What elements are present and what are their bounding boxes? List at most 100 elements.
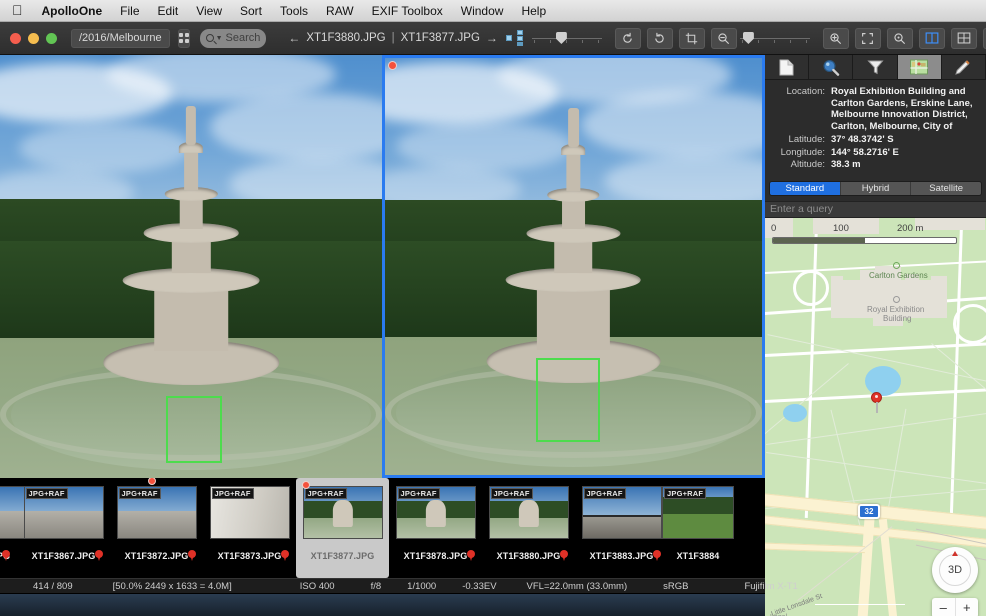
menu-item-tools[interactable]: Tools	[271, 0, 317, 22]
close-icon[interactable]	[10, 33, 21, 44]
list-item[interactable]: JPG+RAF XT1F3880.JPG	[482, 478, 575, 578]
zoom-level-slider[interactable]	[740, 30, 810, 46]
map-mode-segmented-control: Standard Hybrid Satellite	[769, 181, 982, 196]
rotate-right-button[interactable]	[647, 28, 673, 49]
list-item[interactable]: JPG+RAF XT1F3884	[668, 478, 728, 578]
lake-shape	[865, 366, 901, 396]
flag-badge-icon	[302, 481, 310, 489]
info-tab[interactable]	[765, 55, 809, 79]
edit-tab[interactable]	[942, 55, 986, 79]
inspector-panel: Location: Royal Exhibition Building and …	[765, 55, 986, 616]
fit-to-window-button[interactable]	[855, 28, 881, 49]
menu-item-view[interactable]: View	[187, 0, 231, 22]
filter-tab[interactable]	[853, 55, 897, 79]
geotag-pin-icon	[281, 550, 289, 558]
status-focal-length: VFL=22.0mm (33.0mm)	[527, 581, 628, 592]
geotag-pin-icon	[653, 550, 661, 558]
thumbnail-image[interactable]: JPG+RAF	[582, 486, 662, 539]
list-item[interactable]: JPG+RAF XT1F3883.JPG	[575, 478, 668, 578]
thumbnail-image[interactable]: JPG+RAF	[662, 486, 734, 539]
map-mode-hybrid[interactable]: Hybrid	[841, 182, 912, 195]
viewer-pane-left[interactable]	[0, 55, 382, 478]
menu-item-edit[interactable]: Edit	[149, 0, 188, 22]
filmstrip[interactable]: JPG+RAF 3866.JPG JPG+RAF XT1F3867.JPG JP…	[0, 478, 765, 578]
map-view[interactable]: Carlton Gardens Royal Exhibition Buildin…	[765, 218, 986, 616]
nav-prev-icon[interactable]: ←	[288, 31, 300, 45]
filmstrip-overflow-row	[0, 594, 765, 616]
thumbnail-filename: XT1F3884	[677, 551, 720, 561]
zoom-out-button[interactable]	[711, 28, 737, 49]
nav-right-filename[interactable]: XT1F3877.JPG	[401, 32, 480, 44]
list-item[interactable]: JPG+RAF XT1F3867.JPG	[17, 478, 110, 578]
menu-item-help[interactable]: Help	[512, 0, 555, 22]
menu-item-apolloone[interactable]: ApolloOne	[33, 0, 112, 22]
scale-tick-0: 0	[771, 223, 776, 234]
nav-left-filename[interactable]: XT1F3880.JPG	[306, 32, 385, 44]
status-colorspace: sRGB	[663, 581, 688, 592]
tree-view-icon[interactable]	[506, 30, 526, 46]
compare-view-button[interactable]	[919, 28, 945, 49]
nav-next-icon[interactable]: →	[486, 31, 498, 45]
thumbnail-image[interactable]: JPG+RAF	[24, 486, 104, 539]
chevron-down-icon: ▼	[216, 35, 223, 42]
format-badge: JPG+RAF	[398, 488, 440, 499]
royal-exhibition-poi	[893, 296, 900, 303]
rotate-left-button[interactable]	[615, 28, 641, 49]
map-mode-satellite[interactable]: Satellite	[911, 182, 981, 195]
menu-item-sort[interactable]: Sort	[231, 0, 271, 22]
royal-exhibition-label-1: Royal Exhibition	[867, 305, 924, 314]
maximize-icon[interactable]	[46, 33, 57, 44]
format-badge: JPG+RAF	[26, 488, 68, 499]
viewer-pane-right[interactable]	[382, 55, 765, 478]
map-tab[interactable]	[898, 55, 942, 79]
menu-item-exif-toolbox[interactable]: EXIF Toolbox	[363, 0, 452, 22]
highway-shield-icon: 32	[858, 504, 880, 519]
menu-item-raw[interactable]: RAW	[317, 0, 363, 22]
photo-location-pin[interactable]	[871, 392, 882, 403]
menu-item-window[interactable]: Window	[452, 0, 513, 22]
menu-item-file[interactable]: File	[111, 0, 148, 22]
folder-path-button[interactable]: /2016/Melbourne	[71, 29, 170, 48]
thumbnail-image[interactable]: JPG+RAF	[489, 486, 569, 539]
minimize-icon[interactable]	[28, 33, 39, 44]
thumbnail-image[interactable]: JPG+RAF	[210, 486, 290, 539]
search-input[interactable]: ▼ Search	[200, 29, 267, 48]
inspector-tabs	[765, 55, 986, 80]
zoom-in-button[interactable]	[823, 28, 849, 49]
apolloone-window:  ApolloOne File Edit View Sort Tools RA…	[0, 0, 986, 616]
thumbnail-size-slider[interactable]	[532, 30, 602, 46]
preview-tab[interactable]	[809, 55, 853, 79]
status-camera: Fujifilm X-T1	[744, 581, 797, 592]
thumbnail-image[interactable]: JPG+RAF	[117, 486, 197, 539]
status-shutter: 1/1000	[407, 581, 436, 592]
list-item[interactable]: JPG+RAF XT1F3878.JPG	[389, 478, 482, 578]
format-badge: JPG+RAF	[119, 488, 161, 499]
map-zoom-out-button[interactable]: –	[932, 598, 956, 616]
photo-right	[385, 58, 762, 475]
scale-bar	[772, 237, 957, 244]
map-query-input[interactable]: Enter a query	[765, 201, 986, 218]
thumbnail-image[interactable]: JPG+RAF	[303, 486, 383, 539]
format-badge: JPG+RAF	[491, 488, 533, 499]
thumbnail-image[interactable]: JPG+RAF	[396, 486, 476, 539]
format-badge: JPG+RAF	[664, 488, 706, 499]
map-zoom-in-button[interactable]: +	[956, 598, 979, 616]
grid-view-icon[interactable]	[178, 29, 190, 48]
thumbnail-filename: XT1F3878.JPG	[404, 551, 468, 561]
thumbnail-filename: XT1F3880.JPG	[497, 551, 561, 561]
apple-icon[interactable]: 	[8, 3, 33, 19]
crop-button[interactable]	[679, 28, 705, 49]
list-item[interactable]: JPG+RAF XT1F3873.JPG	[203, 478, 296, 578]
metadata-row-location: Location: Royal Exhibition Building and …	[769, 86, 980, 132]
list-item-selected[interactable]: JPG+RAF XT1F3877.JPG	[296, 478, 389, 578]
actual-size-button[interactable]	[887, 28, 913, 49]
geotag-pin-icon	[2, 550, 10, 558]
compass-3d-control[interactable]: 3D	[932, 547, 978, 593]
metadata-value: 38.3 m	[831, 159, 861, 171]
search-placeholder: Search	[226, 32, 261, 44]
list-item[interactable]: JPG+RAF XT1F3872.JPG	[110, 478, 203, 578]
map-mode-standard[interactable]: Standard	[770, 182, 841, 195]
grid-layout-button[interactable]	[951, 28, 977, 49]
carlton-gardens-label: Carlton Gardens	[869, 271, 928, 280]
list-item[interactable]: JPG+RAF 3866.JPG	[0, 478, 17, 578]
